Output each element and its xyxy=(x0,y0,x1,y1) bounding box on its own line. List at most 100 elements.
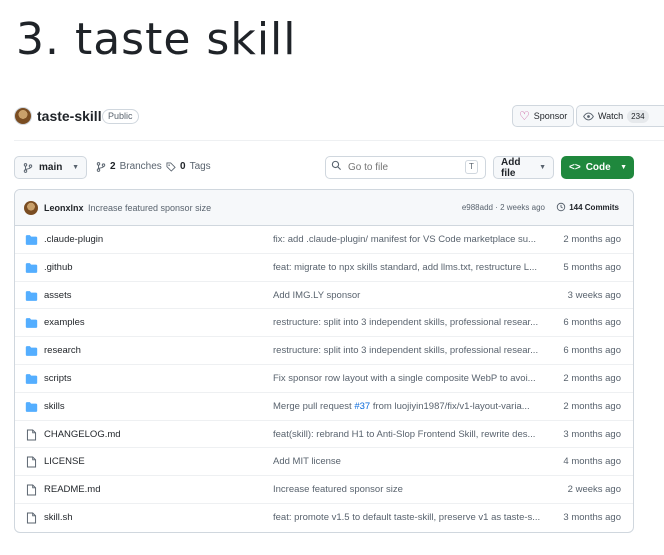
commit-text: Merge pull request xyxy=(273,400,355,412)
file-row[interactable]: skills Merge pull request #37 from luojiy… xyxy=(15,393,633,421)
file-name[interactable]: CHANGELOG.md xyxy=(44,429,121,440)
watch-count: 234 xyxy=(627,109,649,123)
file-name[interactable]: examples xyxy=(44,317,85,328)
file-row[interactable]: .claude-plugin fix: add .claude-plugin/ m… xyxy=(15,226,633,254)
visibility-badge: Public xyxy=(102,109,139,124)
file-row[interactable]: assets Add IMG.LY sponsor 3 weeks ago xyxy=(15,282,633,310)
file-commit-message[interactable]: restructure: split into 3 independent sk… xyxy=(273,345,541,356)
author-avatar[interactable] xyxy=(24,201,38,215)
file-time: 2 months ago xyxy=(563,400,621,412)
git-branch-icon xyxy=(96,161,106,172)
commit-message[interactable]: Increase featured sponsor size xyxy=(88,203,211,213)
file-row[interactable]: examples restructure: split into 3 indepe… xyxy=(15,309,633,338)
tags-link[interactable]: 0 Tags xyxy=(166,161,211,172)
file-time: 2 months ago xyxy=(563,234,621,245)
file-time: 3 months ago xyxy=(563,511,621,523)
file-time: 6 months ago xyxy=(563,345,621,357)
file-time: 3 months ago xyxy=(563,428,621,440)
watch-label: Watch xyxy=(598,111,624,121)
go-to-file-input[interactable] xyxy=(325,156,486,179)
file-row[interactable]: scripts Fix sponsor row layout with a sin… xyxy=(15,365,633,393)
latest-commit-bar: Leonxlnx Increase featured sponsor size … xyxy=(15,190,633,226)
tag-icon xyxy=(166,162,176,172)
chevron-down-icon: ▼ xyxy=(72,164,79,171)
file-row[interactable]: LICENSE Add MIT license 4 months ago xyxy=(15,448,633,477)
git-branch-icon xyxy=(23,162,33,173)
file-row[interactable]: skill.sh feat: promote v1.5 to default ta… xyxy=(15,504,633,532)
file-name[interactable]: README.md xyxy=(44,484,100,495)
commit-text: from luojiyin1987/fix/v1-layout-varia... xyxy=(370,400,530,412)
code-icon: <> xyxy=(569,162,581,173)
file-time: 6 months ago xyxy=(563,317,621,329)
file-commit-message[interactable]: feat(skill): rebrand H1 to Anti-Slop Fro… xyxy=(273,429,541,440)
watch-button[interactable]: Watch 234 xyxy=(576,105,664,127)
file-commit-message[interactable]: Add MIT license xyxy=(273,456,541,467)
repo-name[interactable]: taste-skill xyxy=(37,108,102,124)
history-icon xyxy=(556,202,566,212)
file-time: 5 months ago xyxy=(563,261,621,273)
add-file-label: Add file xyxy=(501,156,521,179)
file-name[interactable]: .claude-plugin xyxy=(44,234,103,245)
search-icon xyxy=(331,160,342,171)
branches-link[interactable]: 2 Branches xyxy=(96,161,162,172)
file-name[interactable]: skill.sh xyxy=(44,512,73,523)
file-commit-message[interactable]: restructure: split into 3 independent sk… xyxy=(273,317,541,328)
file-icon xyxy=(26,484,37,496)
file-name[interactable]: assets xyxy=(44,290,71,301)
add-file-button[interactable]: Add file ▼ xyxy=(493,156,554,179)
file-icon xyxy=(26,429,37,441)
page-heading: 3. taste skill xyxy=(16,14,297,65)
heart-icon: ♡ xyxy=(519,109,530,123)
folder-icon xyxy=(25,262,38,273)
tags-label: Tags xyxy=(189,161,211,172)
tags-count: 0 xyxy=(180,161,186,172)
file-time: 3 weeks ago xyxy=(567,289,621,301)
file-commit-message[interactable]: Fix sponsor row layout with a single com… xyxy=(273,373,541,384)
file-name[interactable]: research xyxy=(44,345,81,356)
chevron-down-icon: ▼ xyxy=(620,164,627,171)
sponsor-button[interactable]: ♡ Sponsor xyxy=(512,105,575,127)
header-divider xyxy=(14,140,664,141)
pull-request-link[interactable]: #37 xyxy=(354,401,370,412)
branch-name: main xyxy=(39,162,63,173)
code-button[interactable]: <> Code ▼ xyxy=(561,156,634,179)
folder-icon xyxy=(25,346,38,357)
file-commit-message[interactable]: Merge pull request #37 from luojiyin1987… xyxy=(273,401,541,412)
commits-link[interactable]: 144 Commits xyxy=(556,202,619,212)
file-commit-message[interactable]: feat: promote v1.5 to default taste-skil… xyxy=(273,512,541,523)
folder-icon xyxy=(25,401,38,412)
file-icon xyxy=(26,512,37,524)
eye-icon xyxy=(583,112,594,120)
folder-icon xyxy=(25,290,38,301)
commit-hash-time[interactable]: e988add · 2 weeks ago xyxy=(462,203,545,212)
branch-selector[interactable]: main ▼ xyxy=(14,156,87,179)
branches-label: Branches xyxy=(119,161,162,172)
code-label: Code xyxy=(585,162,611,173)
commits-label: 144 Commits xyxy=(569,202,619,212)
file-commit-message[interactable]: fix: add .claude-plugin/ manifest for VS… xyxy=(273,234,541,245)
file-row[interactable]: research restructure: split into 3 indepe… xyxy=(15,337,633,365)
file-time: 2 months ago xyxy=(563,372,621,384)
owner-avatar[interactable] xyxy=(14,107,32,125)
file-icon xyxy=(26,456,37,468)
file-row[interactable]: CHANGELOG.md feat(skill): rebrand H1 to A… xyxy=(15,421,633,449)
file-name[interactable]: LICENSE xyxy=(44,456,85,467)
file-commit-message[interactable]: Add IMG.LY sponsor xyxy=(273,290,541,301)
commit-author[interactable]: Leonxlnx xyxy=(44,203,84,213)
file-name[interactable]: skills xyxy=(44,401,65,412)
file-name[interactable]: scripts xyxy=(44,373,71,384)
chevron-down-icon: ▼ xyxy=(539,164,546,171)
file-row[interactable]: README.md Increase featured sponsor size 2… xyxy=(15,476,633,504)
file-row[interactable]: .github feat: migrate to npx skills stand… xyxy=(15,254,633,282)
file-list: .claude-plugin fix: add .claude-plugin/ m… xyxy=(15,226,633,532)
folder-icon xyxy=(25,318,38,329)
sponsor-label: Sponsor xyxy=(533,111,568,121)
file-commit-message[interactable]: feat: migrate to npx skills standard, ad… xyxy=(273,262,541,273)
file-name[interactable]: .github xyxy=(44,262,73,273)
file-time: 2 weeks ago xyxy=(567,484,621,496)
shortcut-hint: T xyxy=(465,160,478,174)
branches-count: 2 xyxy=(110,161,116,172)
repo-header: taste-skill Public ♡ Sponsor Watch 234 xyxy=(14,104,664,130)
file-time: 4 months ago xyxy=(563,456,621,468)
file-commit-message[interactable]: Increase featured sponsor size xyxy=(273,484,541,495)
